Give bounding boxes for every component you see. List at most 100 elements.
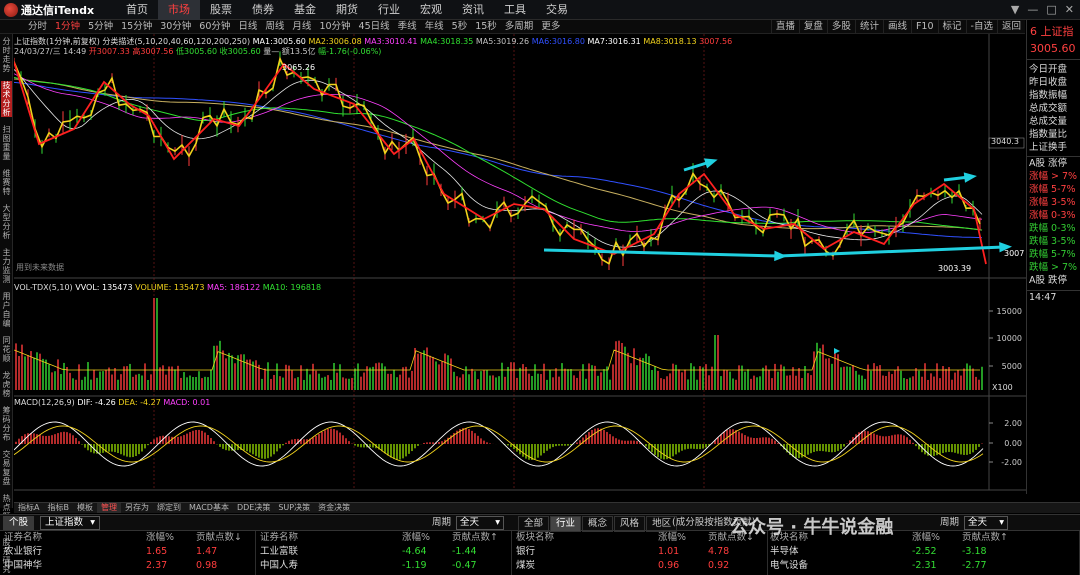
toolbar-button[interactable]: 直播 xyxy=(770,20,799,33)
period-tab[interactable]: 15秒 xyxy=(471,20,501,33)
nav-item[interactable]: 基金 xyxy=(284,0,326,20)
toolbar-button[interactable]: -自选 xyxy=(965,20,997,33)
indicator-tab[interactable]: 模板 xyxy=(73,503,97,513)
side-tab[interactable]: 交易复盘 xyxy=(1,450,12,486)
close-icon[interactable]: ✕ xyxy=(1065,0,1074,20)
column-header[interactable]: 贡献点数↑ xyxy=(962,531,1008,545)
table-row[interactable]: 煤炭 0.96 0.92 xyxy=(512,559,767,573)
table-row[interactable]: 银行 1.01 4.78 xyxy=(512,545,767,559)
period-tab[interactable]: 5分钟 xyxy=(84,20,117,33)
indicator-tab[interactable]: 指标B xyxy=(43,503,73,513)
indicator-tab[interactable]: 指标A xyxy=(14,503,43,513)
period-tab[interactable]: 1分钟 xyxy=(51,20,84,33)
column-header[interactable]: 证券名称 xyxy=(260,531,298,545)
nav-item[interactable]: 股票 xyxy=(200,0,242,20)
period-tab[interactable]: 月线 xyxy=(288,20,315,33)
nav-item[interactable]: 期货 xyxy=(326,0,368,20)
menu-dropdown-icon[interactable]: ▼ xyxy=(1011,0,1019,20)
period-tab[interactable]: 更多 xyxy=(537,20,564,33)
nav-item[interactable]: 市场 xyxy=(158,0,200,20)
side-tab[interactable]: 主力监测 xyxy=(1,248,12,284)
indicator-tab[interactable]: 另存为 xyxy=(121,503,153,513)
table-row[interactable]: 农业银行 1.65 1.47 xyxy=(0,545,255,559)
indicator-tab[interactable]: SUP决策 xyxy=(274,503,314,513)
side-tab[interactable]: 大型分析 xyxy=(1,204,12,240)
macd-macd: MACD: 0.01 xyxy=(163,398,211,407)
nav-item[interactable]: 债券 xyxy=(242,0,284,20)
period-tab[interactable]: 60分钟 xyxy=(195,20,234,33)
chart-area[interactable]: 3065.26 3003.39 3040.3 3007 用到未来数据 15000 10000… xyxy=(14,34,1026,492)
toolbar-button[interactable]: 统计 xyxy=(854,20,883,33)
table-row[interactable]: 中国神华 2.37 0.98 xyxy=(0,559,255,573)
period-tab[interactable]: 5秒 xyxy=(448,20,472,33)
period-tab[interactable]: 45日线 xyxy=(355,20,394,33)
side-tab[interactable]: 用户自编 xyxy=(1,292,12,328)
sector-tab[interactable]: 概念 xyxy=(582,516,614,532)
table-row[interactable]: 半导体 -2.52 -3.18 xyxy=(766,545,1079,559)
sector-tab[interactable]: 全部 xyxy=(518,516,550,532)
table-row[interactable]: 中国人寿 -1.19 -0.47 xyxy=(256,559,511,573)
ma-value: 3007.56 xyxy=(699,37,733,46)
table-row[interactable]: 工业富联 -4.64 -1.44 xyxy=(256,545,511,559)
period-tab[interactable]: 10分钟 xyxy=(315,20,354,33)
indicator-tab[interactable]: 管理 xyxy=(96,503,121,513)
nav-item[interactable]: 工具 xyxy=(494,0,536,20)
side-tab[interactable]: 龙虎榜 xyxy=(1,371,12,398)
side-tab[interactable]: 扫图重量 xyxy=(1,125,12,161)
period-select[interactable]: 全天 ▾ xyxy=(456,516,504,530)
security-name: 中国人寿 xyxy=(260,560,299,571)
table-header: 证券名称 涨幅% 贡献点数↑ xyxy=(256,531,511,545)
indicator-tab[interactable]: MACD基本 xyxy=(185,503,233,513)
index-select[interactable]: 上证指数 ▾ xyxy=(40,516,100,530)
column-header[interactable]: 涨幅% xyxy=(912,531,940,545)
indicator-tab[interactable]: 资金决策 xyxy=(314,503,354,513)
toolbar-button[interactable]: 复盘 xyxy=(798,20,827,33)
period-tab[interactable]: 年线 xyxy=(421,20,448,33)
column-header[interactable]: 证券名称 xyxy=(4,531,42,545)
sector-tab[interactable]: 行业 xyxy=(550,516,582,532)
side-tab[interactable]: 技术分析 xyxy=(1,81,12,117)
period-tab[interactable]: 季线 xyxy=(394,20,421,33)
column-header[interactable]: 贡献点数↑ xyxy=(452,531,498,545)
contribution-table: 证券名称 涨幅% 贡献点数↑ 工业富联 -4.64 -1.44 中国人寿 -1.19 -0.47 xyxy=(256,531,512,575)
side-tab[interactable]: 维赛特 xyxy=(1,169,12,196)
period-tab[interactable]: 分时 xyxy=(24,20,51,33)
side-tab[interactable]: 筹码分布 xyxy=(1,406,12,442)
column-header[interactable]: 板块名称 xyxy=(516,531,554,545)
table-row[interactable]: 电气设备 -2.31 -2.77 xyxy=(766,559,1079,573)
toolbar-right: 直播 复盘 多股 统计 画线 F10 标记 -自选 返回 xyxy=(770,20,1025,33)
period-tab[interactable]: 多周期 xyxy=(501,20,538,33)
period-tab[interactable]: 周线 xyxy=(261,20,288,33)
toolbar-button[interactable]: 多股 xyxy=(826,20,855,33)
column-header[interactable]: 贡献点数↓ xyxy=(196,531,242,545)
maximize-icon[interactable]: □ xyxy=(1046,0,1056,20)
column-header[interactable]: 涨幅% xyxy=(402,531,430,545)
toolbar-button[interactable]: 返回 xyxy=(996,20,1025,33)
minimize-icon[interactable]: — xyxy=(1027,0,1038,20)
ma-key: MA5: xyxy=(475,37,497,46)
nav-item[interactable]: 首页 xyxy=(116,0,158,20)
vol-ma5: MA5: 186122 xyxy=(206,283,261,292)
period-tab[interactable]: 15分钟 xyxy=(117,20,156,33)
nav-item[interactable]: 交易 xyxy=(536,0,578,20)
nav-item[interactable]: 行业 xyxy=(368,0,410,20)
quote-time: 14:47 xyxy=(1027,290,1080,304)
period-tab[interactable]: 30分钟 xyxy=(156,20,195,33)
period-tab[interactable]: 日线 xyxy=(234,20,261,33)
stat-label: 指数振幅 xyxy=(1029,90,1068,101)
nav-item[interactable]: 资讯 xyxy=(452,0,494,20)
side-tab[interactable]: 分时走势 xyxy=(1,37,12,73)
toolbar-button[interactable]: 画线 xyxy=(882,20,911,33)
nav-item[interactable]: 宏观 xyxy=(410,0,452,20)
period-select-2[interactable]: 全天 ▾ xyxy=(964,516,1008,530)
column-header[interactable]: 涨幅% xyxy=(146,531,174,545)
column-header[interactable]: 涨幅% xyxy=(658,531,686,545)
toolbar-button[interactable]: F10 xyxy=(910,20,938,33)
side-tab[interactable]: 同花顺 xyxy=(1,336,12,363)
toolbar-button[interactable]: 标记 xyxy=(937,20,966,33)
tab-stock[interactable]: 个股 xyxy=(3,516,35,530)
breadth-footer: A股 跌停 xyxy=(1029,275,1068,286)
indicator-tab[interactable]: 绑定到 xyxy=(153,503,185,513)
indicator-tab[interactable]: DDE决策 xyxy=(233,503,274,513)
sector-tab[interactable]: 风格 xyxy=(614,516,646,532)
